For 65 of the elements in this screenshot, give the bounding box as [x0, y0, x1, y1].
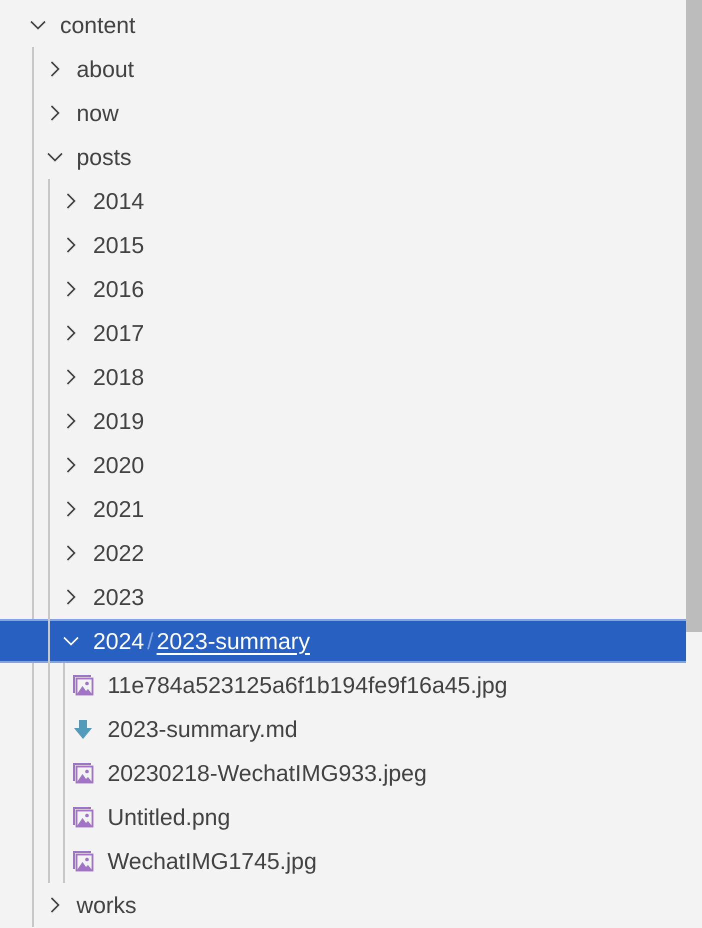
chevron-down-icon[interactable] [46, 152, 62, 162]
folder-name: 2018 [93, 362, 144, 392]
image-file-icon [72, 762, 94, 784]
folder-row[interactable]: about [0, 47, 686, 91]
file-row[interactable]: 2023-summary.md [0, 707, 686, 751]
folder-name: 2016 [93, 274, 144, 304]
chevron-right-icon[interactable] [66, 369, 76, 385]
file-row[interactable]: 11e784a523125a6f1b194fe9f16a45.jpg [0, 663, 686, 707]
folder-row[interactable]: 2022 [0, 531, 686, 575]
file-name: Untitled.png [108, 802, 230, 832]
folder-row[interactable]: 2024/2023-summary [0, 619, 686, 663]
file-row[interactable]: WechatIMG1745.jpg [0, 839, 686, 883]
down-arrow-icon [72, 718, 94, 740]
folder-row[interactable]: 2014 [0, 179, 686, 223]
file-row[interactable]: 20230218-WechatIMG933.jpeg [0, 751, 686, 795]
folder-row[interactable]: 2023 [0, 575, 686, 619]
folder-name: 2014 [93, 186, 144, 216]
file-name: 2023-summary.md [108, 714, 298, 744]
image-file-icon [72, 806, 94, 828]
folder-row[interactable]: 2016 [0, 267, 686, 311]
folder-name: now [76, 98, 119, 128]
folder-name: 2024 [93, 626, 144, 656]
folder-name: 2023 [93, 582, 144, 612]
folder-row[interactable]: 2019 [0, 399, 686, 443]
folder-row[interactable]: content [0, 3, 686, 47]
chevron-right-icon[interactable] [66, 457, 76, 473]
folder-row[interactable]: posts [0, 135, 686, 179]
folder-row[interactable]: now [0, 91, 686, 135]
chevron-right-icon[interactable] [66, 237, 76, 253]
file-name: 20230218-WechatIMG933.jpeg [108, 758, 427, 788]
folder-name[interactable]: 2023-summary [156, 624, 310, 658]
folder-row[interactable]: 2015 [0, 223, 686, 267]
folder-name: 2021 [93, 494, 144, 524]
chevron-right-icon[interactable] [66, 413, 76, 429]
folder-row[interactable]: 2018 [0, 355, 686, 399]
path-separator: / [147, 626, 154, 656]
chevron-right-icon[interactable] [66, 193, 76, 209]
image-file-icon [72, 674, 94, 696]
folder-name: 2022 [93, 538, 144, 568]
folder-name: 2015 [93, 230, 144, 260]
folder-row[interactable]: 2020 [0, 443, 686, 487]
folder-row[interactable]: 2017 [0, 311, 686, 355]
scrollbar[interactable] [686, 0, 702, 632]
folder-name: 2017 [93, 318, 144, 348]
image-file-icon [72, 850, 94, 872]
chevron-down-icon[interactable] [30, 20, 46, 30]
chevron-right-icon[interactable] [66, 281, 76, 297]
chevron-right-icon[interactable] [66, 325, 76, 341]
folder-name: works [76, 890, 137, 920]
chevron-right-icon[interactable] [66, 501, 76, 517]
folder-name: 2019 [93, 406, 144, 436]
folder-row[interactable]: works [0, 883, 686, 927]
folder-name: about [76, 54, 134, 84]
chevron-right-icon[interactable] [50, 897, 60, 913]
folder-name: 2020 [93, 450, 144, 480]
folder-name: posts [76, 142, 132, 172]
file-row[interactable]: Untitled.png [0, 795, 686, 839]
folder-row[interactable]: 2021 [0, 487, 686, 531]
folder-name: content [60, 10, 136, 40]
chevron-right-icon[interactable] [50, 105, 60, 121]
chevron-right-icon[interactable] [50, 61, 60, 77]
chevron-right-icon[interactable] [66, 545, 76, 561]
file-name: WechatIMG1745.jpg [108, 846, 317, 876]
chevron-right-icon[interactable] [66, 589, 76, 605]
file-name: 11e784a523125a6f1b194fe9f16a45.jpg [108, 670, 508, 700]
